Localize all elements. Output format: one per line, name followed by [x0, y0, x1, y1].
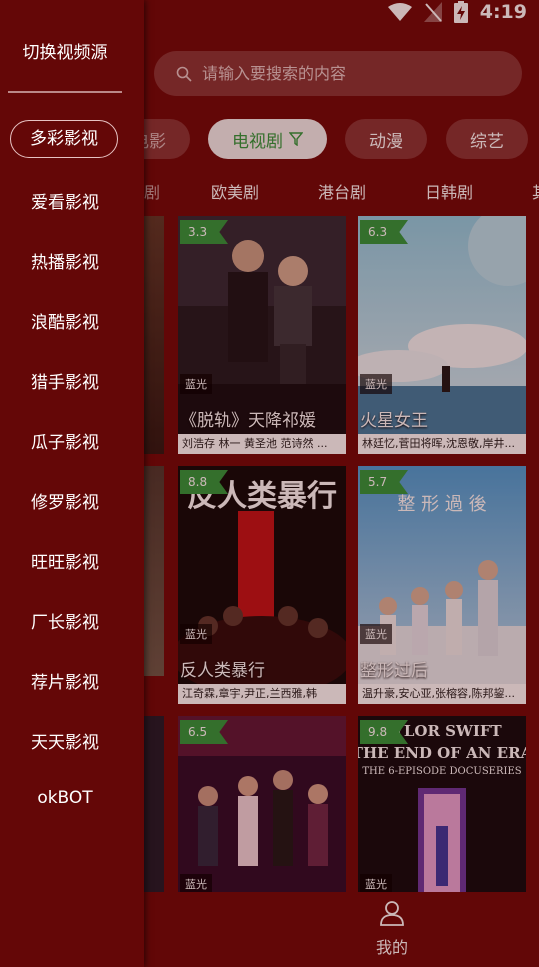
tab-label: 动漫	[369, 131, 403, 152]
tab-label: 电视剧	[232, 131, 283, 152]
source-item[interactable]: 天天影视	[0, 728, 130, 753]
drawer-title: 切换视频源	[22, 43, 108, 63]
poster-title: 整 形 過 後	[397, 494, 486, 515]
source-item[interactable]: 猎手影视	[0, 368, 130, 393]
tab-label: 综艺	[470, 131, 504, 152]
source-item[interactable]: 修罗影视	[0, 488, 130, 513]
source-item[interactable]: 荐片影视	[0, 668, 130, 693]
subtab-other[interactable]: 其	[532, 179, 539, 203]
quality-badge: 蓝光	[360, 374, 392, 394]
video-title: 《脱轨》天降祁媛	[180, 411, 316, 431]
poster-image: 整 形 過 後	[358, 466, 526, 684]
video-card[interactable]: 6.5 蓝光	[178, 716, 346, 892]
video-cast: 温升豪,安心亚,张榕容,陈邦鋆...	[358, 684, 526, 704]
video-cast: 江奇霖,章宇,尹正,兰西雅,韩	[178, 684, 346, 704]
no-signal-icon	[423, 2, 442, 22]
subtab-jp-kr[interactable]: 日韩剧	[425, 179, 473, 203]
video-cast: 林廷忆,菅田将晖,沈恩敬,岸井...	[358, 434, 526, 454]
divider	[8, 91, 122, 93]
wifi-icon	[387, 3, 412, 21]
quality-badge: 蓝光	[180, 374, 212, 394]
source-item-active[interactable]: 多彩影视	[10, 120, 118, 158]
battery-charging-icon	[453, 1, 468, 23]
source-item[interactable]: 爱看影视	[0, 188, 130, 213]
filter-icon	[289, 132, 303, 146]
quality-badge: 蓝光	[360, 874, 392, 892]
tab-tv-series[interactable]: 电视剧	[208, 119, 327, 159]
user-icon	[380, 901, 404, 926]
video-cast: 刘浩存 林一 黄圣池 范诗然 ...	[178, 434, 346, 454]
app-screen: 4:19 电影 电视剧 动漫 综艺 剧 欧美剧 港台剧 日韩剧 其	[0, 0, 539, 967]
source-item[interactable]: 瓜子影视	[0, 428, 130, 453]
search-icon	[176, 66, 192, 82]
video-card[interactable]: 6.3 蓝光 火星女王 林廷忆,菅田将晖,沈恩敬,岸井...	[358, 216, 526, 454]
source-item[interactable]: 旺旺影视	[0, 548, 130, 573]
source-drawer: 切换视频源 多彩影视 爱看影视 热播影视 浪酷影视 猎手影视 瓜子影视 修罗影视…	[0, 0, 144, 967]
subtab-partial[interactable]: 剧	[144, 179, 160, 203]
video-card[interactable]: 整 形 過 後 5.7 蓝光 整形过后 温升豪,安心亚,张榕容,陈邦鋆...	[358, 466, 526, 704]
video-title: 反人类暴行	[180, 661, 265, 681]
source-item[interactable]: okBOT	[0, 788, 130, 808]
subtab-western[interactable]: 欧美剧	[211, 179, 259, 203]
video-title: 火星女王	[360, 411, 428, 431]
nav-mine[interactable]: 我的	[352, 900, 432, 958]
search-bar[interactable]	[154, 51, 522, 96]
video-card[interactable]: AYLOR SWIFT THE END OF AN ERA THE 6-EPIS…	[358, 716, 526, 892]
video-title: 整形过后	[360, 661, 428, 681]
source-item[interactable]: 浪酷影视	[0, 308, 130, 333]
video-card[interactable]: 反人类暴行 8.8 蓝光 反人类暴行 江奇霖,章宇,尹正,兰西雅,韩	[178, 466, 346, 704]
search-input[interactable]	[200, 63, 504, 84]
poster-text: THE 6-EPISODE DOCUSERIES	[362, 766, 521, 777]
source-item[interactable]: 热播影视	[0, 248, 130, 273]
quality-badge: 蓝光	[180, 624, 212, 644]
poster-image	[178, 216, 346, 434]
poster-image: 反人类暴行	[178, 466, 346, 684]
tab-variety[interactable]: 综艺	[446, 119, 528, 159]
quality-badge: 蓝光	[180, 874, 212, 892]
video-card[interactable]: 3.3 蓝光 《脱轨》天降祁媛 刘浩存 林一 黄圣池 范诗然 ...	[178, 216, 346, 454]
poster-text: THE END OF AN ERA	[358, 744, 526, 762]
tab-anime[interactable]: 动漫	[345, 119, 427, 159]
source-item[interactable]: 厂长影视	[0, 608, 130, 633]
status-time: 4:19	[479, 1, 527, 23]
poster-image	[358, 216, 526, 434]
nav-mine-label: 我的	[375, 938, 408, 957]
subtab-hk-tw[interactable]: 港台剧	[318, 179, 366, 203]
quality-badge: 蓝光	[360, 624, 392, 644]
